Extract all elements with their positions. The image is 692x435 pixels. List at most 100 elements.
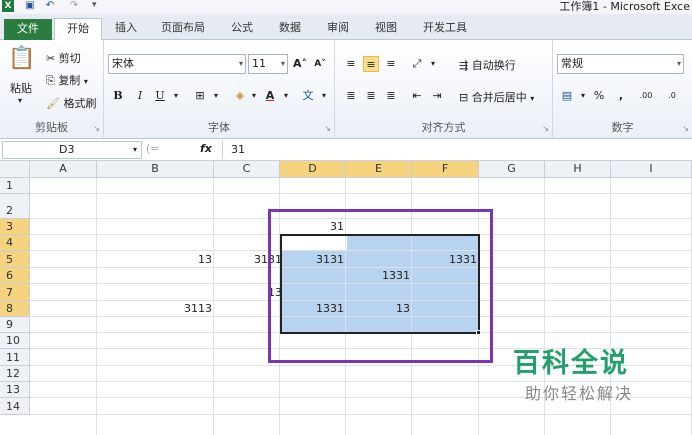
column-header-h[interactable]: H: [545, 161, 611, 178]
tab-page-layout[interactable]: 页面布局: [152, 18, 214, 40]
row-header-13[interactable]: 13: [0, 382, 30, 398]
currency-dropdown-icon[interactable]: ▾: [575, 88, 591, 104]
copy-dropdown-icon: ▾: [83, 77, 88, 86]
column-header-d[interactable]: D: [280, 161, 346, 178]
row-header-6[interactable]: 6: [0, 268, 30, 284]
fill-dropdown-icon[interactable]: ▾: [246, 88, 262, 104]
font-size-value: 11: [252, 57, 266, 70]
format-painter-label: 格式刷: [63, 97, 97, 110]
border-dropdown-icon[interactable]: ▾: [208, 88, 224, 104]
number-format-select[interactable]: 常规 ▾: [557, 54, 684, 74]
column-header-e[interactable]: E: [346, 161, 412, 178]
font-size-select[interactable]: 11 ▾: [248, 54, 288, 74]
decrease-indent-icon[interactable]: ⇤: [409, 88, 425, 104]
orientation-icon[interactable]: ⤢: [409, 56, 425, 72]
cell-b5[interactable]: 13: [97, 252, 212, 267]
column-header-c[interactable]: C: [214, 161, 280, 178]
row-header-3[interactable]: 3: [0, 219, 30, 235]
tab-review[interactable]: 审阅: [318, 18, 358, 40]
watermark-title: 百科全说: [513, 348, 629, 379]
font-name-select[interactable]: 宋体 ▾: [108, 54, 246, 74]
column-header-i[interactable]: I: [611, 161, 692, 178]
align-bottom-icon[interactable]: ≡: [383, 56, 399, 72]
row-header-9[interactable]: 9: [0, 317, 30, 333]
formula-input[interactable]: 31: [222, 141, 690, 159]
column-header-b[interactable]: B: [97, 161, 214, 178]
row-header-10[interactable]: 10: [0, 333, 30, 349]
align-left-icon[interactable]: ≣: [343, 88, 359, 104]
phonetic-icon[interactable]: 文: [300, 88, 316, 104]
orientation-dropdown-icon[interactable]: ▾: [425, 56, 441, 72]
tab-formulas[interactable]: 公式: [222, 18, 262, 40]
percent-icon[interactable]: %: [591, 88, 607, 104]
underline-icon[interactable]: U: [152, 88, 168, 104]
row-header-14[interactable]: 14: [0, 398, 30, 415]
phonetic-dropdown-icon[interactable]: ▾: [316, 88, 332, 104]
paste-button[interactable]: 粘贴: [10, 80, 32, 96]
tab-data[interactable]: 数据: [270, 18, 310, 40]
formula-cancel-icon[interactable]: (=: [146, 142, 160, 155]
save-icon[interactable]: ▣: [24, 0, 36, 12]
cut-label: 剪切: [58, 52, 81, 65]
title-bar: X ▣ ↶ ↷ ▾ 工作簿1 - Microsoft Exce: [0, 0, 692, 14]
tab-file[interactable]: 文件: [4, 19, 52, 40]
column-header-f[interactable]: F: [412, 161, 479, 178]
tab-home[interactable]: 开始: [54, 18, 102, 41]
align-top-icon[interactable]: ≡: [343, 56, 359, 72]
column-header-g[interactable]: G: [479, 161, 545, 178]
increase-decimal-icon[interactable]: .00: [635, 88, 657, 104]
merge-center-button[interactable]: ⊟ 合并后居中 ▾: [459, 89, 534, 105]
quick-access-menu-icon[interactable]: ▾: [92, 0, 97, 10]
scissors-icon: ✂: [46, 52, 56, 65]
tab-view[interactable]: 视图: [366, 18, 406, 40]
ribbon: 📋 粘贴 ▾ ✂ 剪切 ⎘ 复制 ▾ 🖌 格式刷 剪贴板 ↘ 宋体 ▾ 11 ▾ A…: [0, 40, 692, 139]
shrink-font-icon[interactable]: A˅: [312, 56, 328, 72]
row-header-7[interactable]: 7: [0, 284, 30, 301]
increase-indent-icon[interactable]: ⇥: [429, 88, 445, 104]
currency-icon[interactable]: ▤: [559, 88, 575, 104]
undo-icon[interactable]: ↶: [44, 0, 56, 12]
font-launcher-icon[interactable]: ↘: [324, 124, 331, 133]
row-header-4[interactable]: 4: [0, 235, 30, 251]
copy-button[interactable]: ⎘ 复制 ▾: [46, 72, 88, 88]
row-header-8[interactable]: 8: [0, 301, 30, 317]
cut-button[interactable]: ✂ 剪切: [46, 50, 81, 66]
row-header-11[interactable]: 11: [0, 349, 30, 366]
decrease-decimal-icon[interactable]: .0: [661, 88, 683, 104]
font-group: 宋体 ▾ 11 ▾ A˄ A˅ B I U ▾ ⊞ ▾ ◈ ▾ A ▾ 文 ▾ 字体…: [104, 40, 335, 139]
font-color-dropdown-icon[interactable]: ▾: [278, 88, 294, 104]
cell-b8[interactable]: 3113: [97, 301, 212, 316]
align-middle-icon[interactable]: ≡: [363, 56, 379, 72]
align-center-icon[interactable]: ≣: [363, 88, 379, 104]
paste-icon[interactable]: 📋: [8, 46, 35, 71]
italic-icon[interactable]: I: [132, 88, 148, 104]
clipboard-launcher-icon[interactable]: ↘: [93, 124, 100, 133]
alignment-launcher-icon[interactable]: ↘: [542, 124, 549, 133]
select-all-corner[interactable]: [0, 161, 30, 178]
number-launcher-icon[interactable]: ↘: [682, 124, 689, 133]
font-color-icon[interactable]: A: [262, 88, 278, 104]
tab-insert[interactable]: 插入: [106, 18, 146, 40]
row-header-1[interactable]: 1: [0, 178, 30, 194]
format-painter-button[interactable]: 🖌 格式刷: [46, 95, 96, 111]
row-header-5[interactable]: 5: [0, 251, 30, 268]
row-header-12[interactable]: 12: [0, 366, 30, 382]
copy-label: 复制: [58, 74, 81, 87]
column-header-a[interactable]: A: [30, 161, 97, 178]
redo-icon[interactable]: ↷: [68, 0, 80, 12]
ribbon-tab-row: 文件 开始 插入 页面布局 公式 数据 审阅 视图 开发工具: [0, 14, 692, 41]
comma-icon[interactable]: ,: [613, 88, 629, 104]
number-format-value: 常规: [561, 57, 583, 70]
underline-dropdown-icon[interactable]: ▾: [168, 88, 184, 104]
wrap-text-button[interactable]: ⇶ 自动换行: [459, 57, 516, 73]
border-icon[interactable]: ⊞: [192, 88, 208, 104]
bold-icon[interactable]: B: [110, 88, 126, 104]
name-box[interactable]: D3 ▾: [2, 141, 142, 159]
row-header-2[interactable]: 2: [0, 194, 30, 219]
copy-icon: ⎘: [46, 74, 55, 87]
paste-dropdown-icon[interactable]: ▾: [18, 96, 22, 105]
tab-developer[interactable]: 开发工具: [416, 18, 474, 40]
insert-function-icon[interactable]: fx: [200, 142, 212, 155]
grow-font-icon[interactable]: A˄: [292, 56, 308, 72]
align-right-icon[interactable]: ≣: [383, 88, 399, 104]
